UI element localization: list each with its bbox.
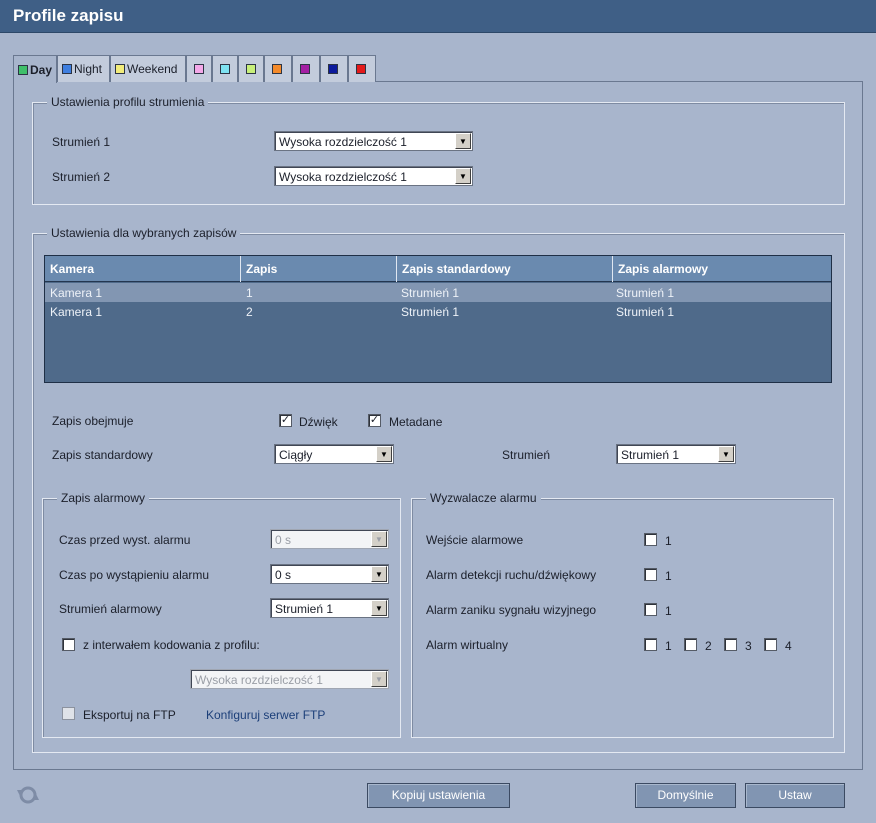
stream-label: Strumień [502, 448, 551, 462]
color-swatch-icon [220, 64, 230, 74]
virtual-alarm-3-label: 3 [745, 639, 752, 653]
interval-profile-select[interactable]: Wysoka rozdzielczość 1 ▼ [190, 669, 389, 689]
stream-profile-group: Ustawienia profilu strumienia [32, 95, 845, 205]
tab-profile-9[interactable] [320, 55, 348, 82]
tab-night[interactable]: Night [57, 55, 110, 82]
motion-alarm-1-label: 1 [665, 569, 672, 583]
virtual-alarm-1-label: 1 [665, 639, 672, 653]
alarm-stream-label: Strumień alarmowy [59, 602, 162, 616]
audio-checkbox[interactable]: ✓ [279, 414, 292, 427]
chevron-down-icon: ▼ [371, 531, 387, 547]
color-swatch-icon [300, 64, 310, 74]
motion-alarm-label: Alarm detekcji ruchu/dźwiękowy [426, 568, 597, 582]
virtual-alarm-2-label: 2 [705, 639, 712, 653]
color-swatch-icon [272, 64, 282, 74]
export-ftp-checkbox[interactable] [62, 707, 75, 720]
tab-profile-7[interactable] [264, 55, 292, 82]
chevron-down-icon: ▼ [371, 600, 387, 616]
table-header: Kamera Zapis Zapis standardowy Zapis ala… [45, 256, 831, 282]
chevron-down-icon: ▼ [371, 566, 387, 582]
title-bar: Profile zapisu [0, 0, 876, 33]
column-header-camera[interactable]: Kamera [45, 256, 241, 282]
color-swatch-icon [115, 64, 125, 74]
alarm-stream-select[interactable]: Strumień 1 ▼ [270, 598, 389, 618]
recordings-table: Kamera Zapis Zapis standardowy Zapis ala… [44, 255, 832, 383]
pre-alarm-select[interactable]: 0 s ▼ [270, 529, 389, 549]
color-swatch-icon [246, 64, 256, 74]
virtual-alarm-label: Alarm wirtualny [426, 638, 509, 652]
tab-weekend[interactable]: Weekend [110, 55, 186, 82]
chevron-down-icon: ▼ [455, 133, 471, 149]
metadata-label: Metadane [389, 415, 443, 429]
alarm-input-label: Wejście alarmowe [426, 533, 524, 547]
pre-alarm-label: Czas przed wyst. alarmu [59, 533, 191, 547]
motion-alarm-1-checkbox[interactable] [644, 568, 657, 581]
column-header-recording[interactable]: Zapis [241, 256, 397, 282]
virtual-alarm-2-checkbox[interactable] [684, 638, 697, 651]
copy-settings-button[interactable]: Kopiuj ustawienia [367, 783, 510, 808]
set-button[interactable]: Ustaw [745, 783, 845, 808]
alarm-input-1-checkbox[interactable] [644, 533, 657, 546]
chevron-down-icon: ▼ [718, 446, 734, 462]
tab-profile-8[interactable] [292, 55, 320, 82]
post-alarm-select[interactable]: 0 s ▼ [270, 564, 389, 584]
table-row[interactable]: Kamera 1 1 Strumień 1 Strumień 1 [45, 283, 831, 302]
interval-checkbox[interactable] [62, 638, 75, 651]
virtual-alarm-1-checkbox[interactable] [644, 638, 657, 651]
stream1-label: Strumień 1 [52, 135, 111, 149]
alarm-recording-legend: Zapis alarmowy [57, 491, 150, 505]
tab-profile-10[interactable] [348, 55, 376, 82]
includes-label: Zapis obejmuje [52, 414, 134, 428]
stream1-select[interactable]: Wysoka rozdzielczość 1 ▼ [274, 131, 473, 151]
stream2-label: Strumień 2 [52, 170, 111, 184]
virtual-alarm-4-checkbox[interactable] [764, 638, 777, 651]
column-header-standard[interactable]: Zapis standardowy [397, 256, 613, 282]
defaults-button[interactable]: Domyślnie [635, 783, 736, 808]
table-row[interactable]: Kamera 1 2 Strumień 1 Strumień 1 [45, 302, 831, 321]
stream-select[interactable]: Strumień 1 ▼ [616, 444, 736, 464]
tab-profile-6[interactable] [238, 55, 264, 82]
video-loss-label: Alarm zaniku sygnału wizyjnego [426, 603, 597, 617]
stream-profile-legend: Ustawienia profilu strumienia [47, 95, 209, 109]
standard-recording-select[interactable]: Ciągły ▼ [274, 444, 394, 464]
chevron-down-icon: ▼ [376, 446, 392, 462]
refresh-icon[interactable] [14, 784, 42, 806]
column-header-alarm[interactable]: Zapis alarmowy [613, 256, 831, 282]
virtual-alarm-4-label: 4 [785, 639, 792, 653]
color-swatch-icon [18, 64, 28, 75]
virtual-alarm-3-checkbox[interactable] [724, 638, 737, 651]
page-title: Profile zapisu [13, 6, 124, 25]
alarm-input-1-label: 1 [665, 534, 672, 548]
color-swatch-icon [194, 64, 204, 74]
audio-label: Dźwięk [299, 415, 338, 429]
tab-day[interactable]: Day [13, 55, 57, 83]
standard-recording-label: Zapis standardowy [52, 448, 153, 462]
chevron-down-icon: ▼ [371, 671, 387, 687]
selected-recordings-legend: Ustawienia dla wybranych zapisów [47, 226, 241, 240]
post-alarm-label: Czas po wystąpieniu alarmu [59, 568, 210, 582]
color-swatch-icon [328, 64, 338, 74]
stream2-select[interactable]: Wysoka rozdzielczość 1 ▼ [274, 166, 473, 186]
video-loss-1-checkbox[interactable] [644, 603, 657, 616]
metadata-checkbox[interactable]: ✓ [368, 414, 381, 427]
color-swatch-icon [356, 64, 366, 74]
chevron-down-icon: ▼ [455, 168, 471, 184]
export-ftp-label: Eksportuj na FTP [83, 708, 176, 722]
tab-profile-5[interactable] [212, 55, 238, 82]
alarm-triggers-legend: Wyzwalacze alarmu [426, 491, 541, 505]
video-loss-1-label: 1 [665, 604, 672, 618]
color-swatch-icon [62, 64, 72, 74]
configure-ftp-link[interactable]: Konfiguruj serwer FTP [206, 708, 325, 722]
interval-label: z interwałem kodowania z profilu: [83, 638, 260, 652]
tab-profile-4[interactable] [186, 55, 212, 82]
